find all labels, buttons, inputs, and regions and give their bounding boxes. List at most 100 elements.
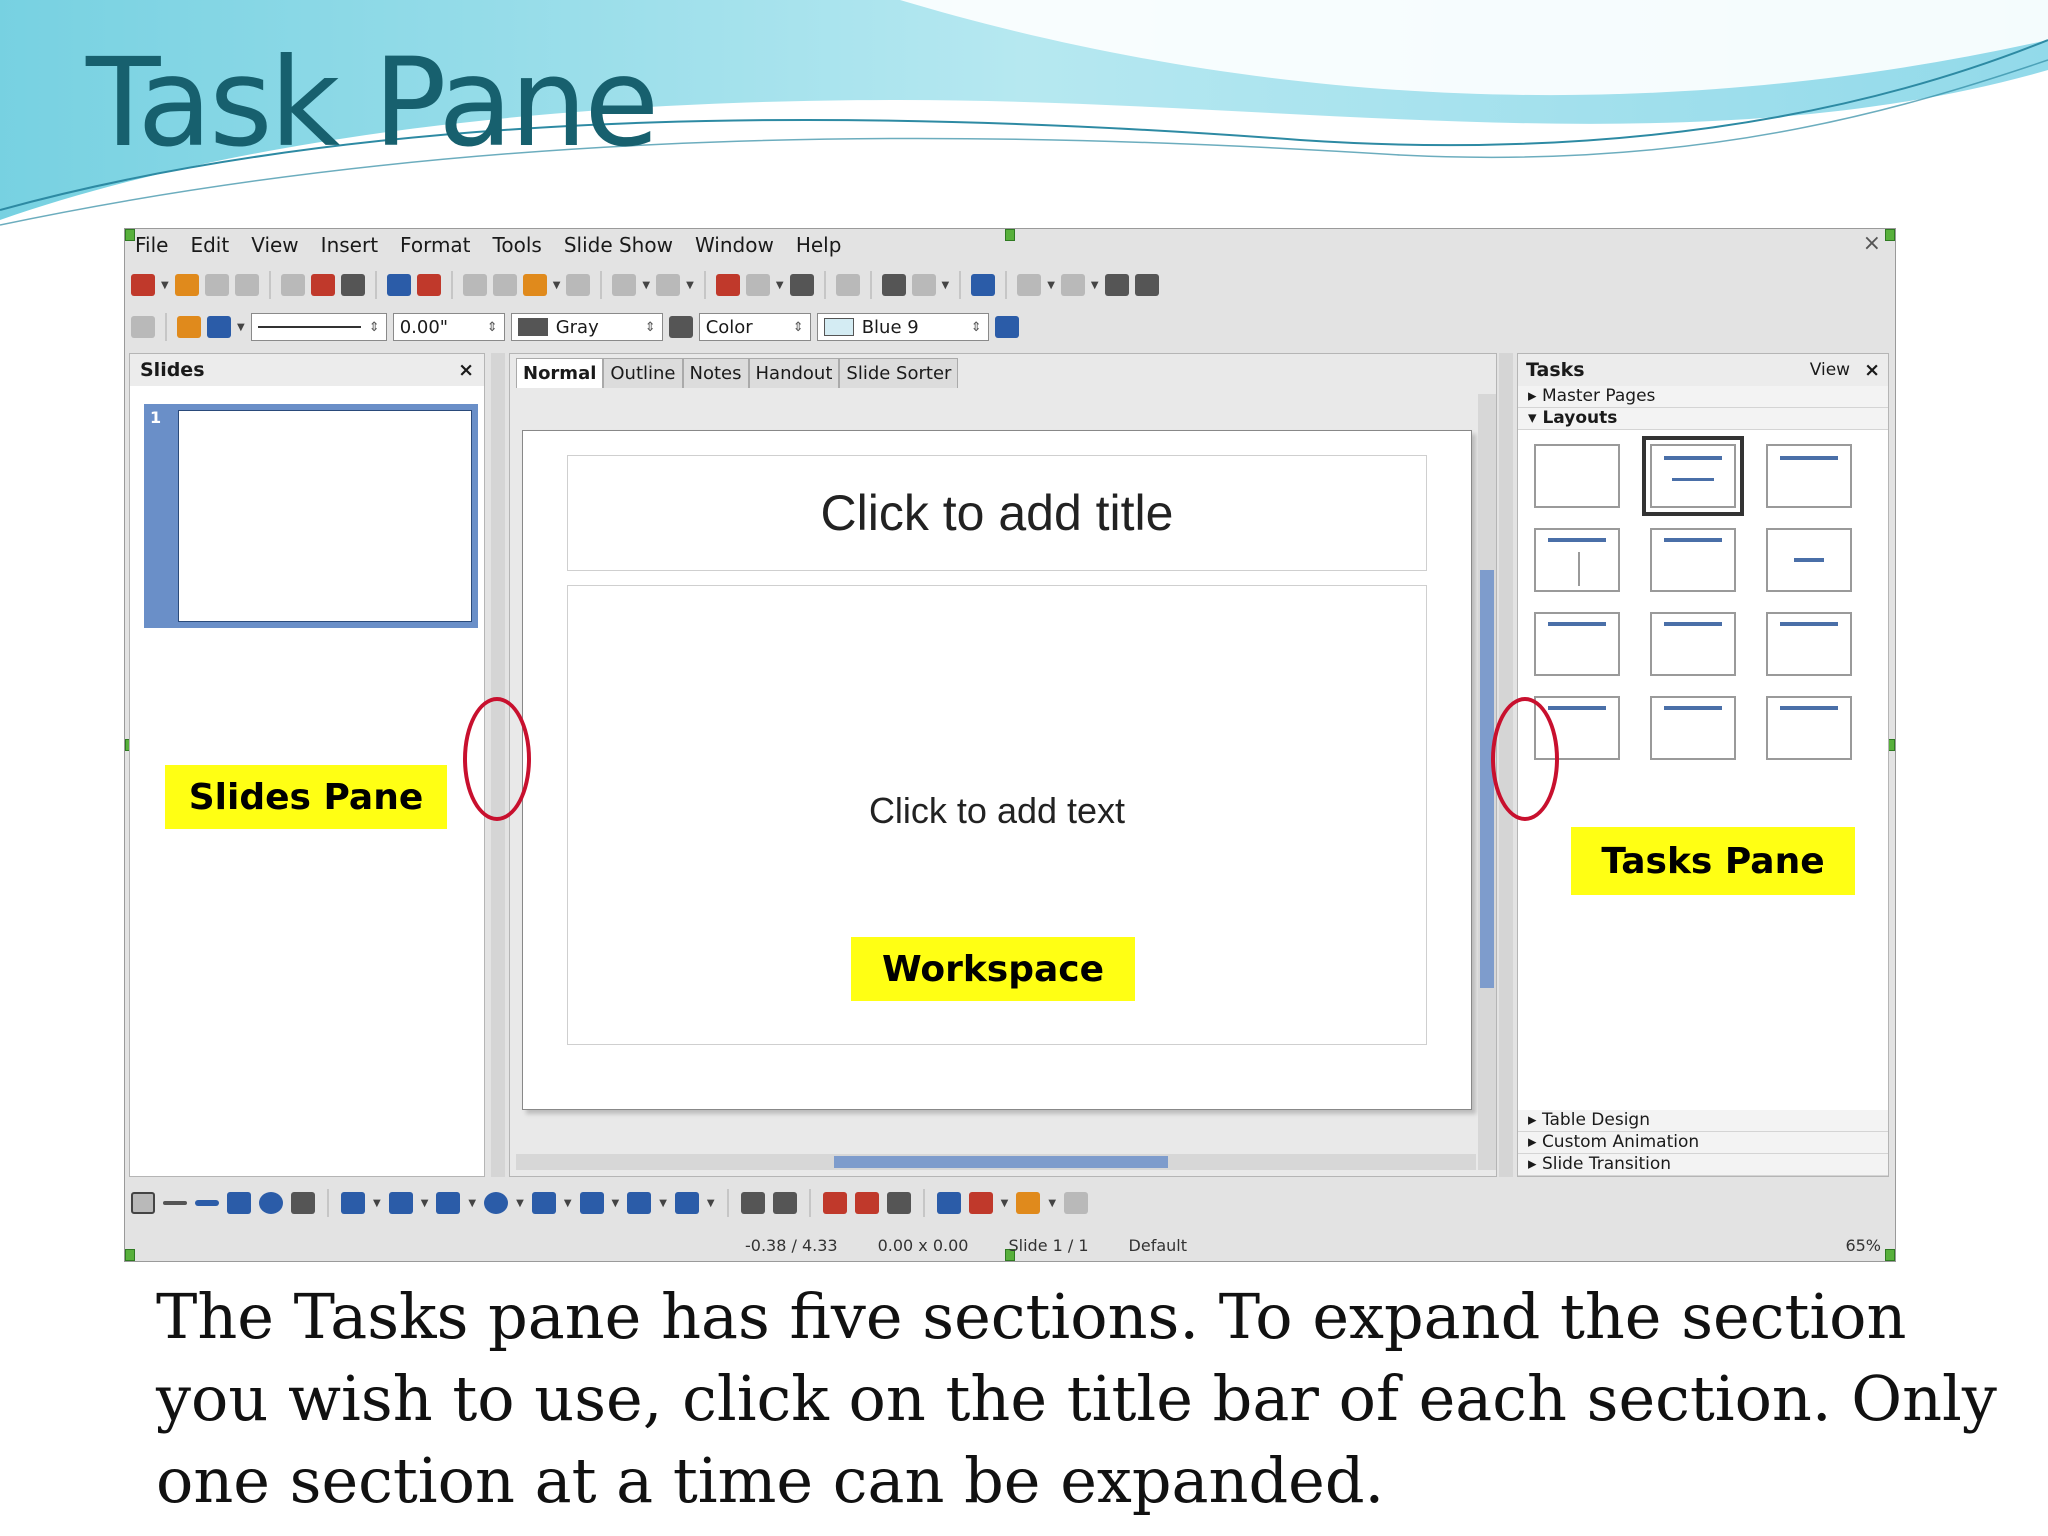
line-arrow-icon[interactable] — [195, 1200, 219, 1206]
menu-edit[interactable]: Edit — [190, 233, 229, 257]
close-icon[interactable]: × — [458, 359, 474, 381]
undo-icon[interactable] — [612, 274, 637, 296]
tab-slide-sorter[interactable]: Slide Sorter — [839, 358, 959, 388]
close-icon[interactable]: × — [1864, 359, 1880, 381]
title-placeholder[interactable]: Click to add title — [567, 455, 1427, 571]
layout-centered-text[interactable] — [1766, 528, 1852, 592]
fontwork-icon[interactable] — [822, 1192, 847, 1214]
slide-layout-icon[interactable] — [1060, 274, 1085, 296]
basic-shapes-icon[interactable] — [436, 1192, 461, 1214]
status-zoom[interactable]: 65% — [1845, 1236, 1881, 1255]
arrange-icon[interactable] — [1064, 1192, 1089, 1214]
ellipse-icon[interactable] — [259, 1192, 283, 1214]
menu-slide-show[interactable]: Slide Show — [564, 233, 673, 257]
slide-thumbnail[interactable]: 1 — [144, 404, 478, 628]
section-slide-transition[interactable]: ▸ Slide Transition — [1518, 1154, 1888, 1176]
slide-show-icon[interactable] — [1134, 274, 1159, 296]
hyperlink-icon[interactable] — [789, 274, 814, 296]
horizontal-scrollbar[interactable] — [516, 1154, 1476, 1170]
new-document-icon[interactable] — [131, 274, 155, 296]
zoom-icon[interactable] — [911, 274, 936, 296]
rectangle-icon[interactable] — [227, 1192, 251, 1214]
slide-design-icon[interactable] — [1104, 274, 1129, 296]
line-color-select[interactable]: Gray ⇕ — [510, 313, 663, 341]
layout-title-6-content[interactable] — [1766, 696, 1852, 760]
copy-icon[interactable] — [492, 274, 517, 296]
tab-outline[interactable]: Outline — [603, 358, 683, 388]
tasks-view-menu[interactable]: View — [1810, 360, 1850, 380]
arrow-style-icon[interactable] — [207, 316, 231, 338]
section-table-design[interactable]: ▸ Table Design — [1518, 1110, 1888, 1132]
table-icon[interactable] — [745, 274, 770, 296]
layout-title-2-content-over[interactable] — [1766, 612, 1852, 676]
layout-title-only[interactable] — [1766, 444, 1852, 508]
layout-title-4-content[interactable] — [1650, 696, 1736, 760]
styles-icon[interactable] — [131, 316, 155, 338]
navigator-icon[interactable] — [881, 274, 906, 296]
section-master-pages[interactable]: ▸ Master Pages — [1518, 386, 1888, 408]
points-icon[interactable] — [740, 1192, 765, 1214]
menu-format[interactable]: Format — [400, 233, 470, 257]
layout-blank[interactable] — [1534, 444, 1620, 508]
format-paintbrush-icon[interactable] — [566, 274, 591, 296]
curve-icon[interactable] — [341, 1192, 365, 1214]
presentation-icon[interactable] — [1017, 274, 1042, 296]
area-style-select[interactable]: Color ⇕ — [698, 313, 811, 341]
symbol-shapes-icon[interactable] — [484, 1192, 509, 1214]
tab-notes[interactable]: Notes — [682, 358, 749, 388]
menu-window[interactable]: Window — [695, 233, 774, 257]
line-style-select[interactable]: ⇕ — [250, 313, 387, 341]
callouts-icon[interactable] — [627, 1192, 652, 1214]
section-layouts[interactable]: ▾ Layouts — [1518, 408, 1888, 430]
autospellcheck-icon[interactable] — [416, 274, 441, 296]
select-icon[interactable] — [131, 1192, 155, 1214]
print-icon[interactable] — [340, 274, 365, 296]
layout-title-content-2[interactable] — [1650, 612, 1736, 676]
layout-title-content[interactable] — [1642, 436, 1744, 516]
section-custom-animation[interactable]: ▸ Custom Animation — [1518, 1132, 1888, 1154]
area-icon[interactable] — [668, 316, 693, 338]
open-icon[interactable] — [174, 274, 199, 296]
edit-file-icon[interactable] — [280, 274, 305, 296]
menu-help[interactable]: Help — [796, 233, 842, 257]
from-file-icon[interactable] — [854, 1192, 879, 1214]
paste-icon[interactable] — [522, 274, 547, 296]
cut-icon[interactable] — [462, 274, 487, 296]
glue-points-icon[interactable] — [772, 1192, 797, 1214]
tasks-pane-title: Tasks — [1526, 359, 1585, 381]
tab-handout[interactable]: Handout — [748, 358, 840, 388]
line-width-field[interactable]: 0.00" ⇕ — [392, 313, 505, 341]
layout-title-content-box[interactable] — [1650, 528, 1736, 592]
menu-view[interactable]: View — [251, 233, 298, 257]
help-icon[interactable] — [971, 274, 996, 296]
block-arrows-icon[interactable] — [531, 1192, 556, 1214]
custom-animation-icon[interactable] — [968, 1192, 993, 1214]
layout-title-3-content[interactable] — [1534, 612, 1620, 676]
display-grid-icon[interactable] — [835, 274, 860, 296]
area-color-select[interactable]: Blue 9 ⇕ — [816, 313, 989, 341]
tab-normal[interactable]: Normal — [516, 358, 604, 388]
gallery-icon[interactable] — [886, 1192, 911, 1214]
export-pdf-icon[interactable] — [310, 274, 335, 296]
shadow-icon[interactable] — [994, 316, 1019, 338]
area-color-value: Blue 9 — [861, 316, 919, 338]
scrollbar-thumb[interactable] — [834, 1156, 1168, 1168]
close-document-icon[interactable]: × — [1863, 231, 1881, 256]
line-tool-icon[interactable] — [163, 1201, 187, 1205]
chart-icon[interactable] — [715, 274, 740, 296]
flowchart-icon[interactable] — [579, 1192, 604, 1214]
stars-icon[interactable] — [674, 1192, 699, 1214]
line-icon[interactable] — [177, 316, 201, 338]
alignment-icon[interactable] — [1016, 1192, 1041, 1214]
save-icon[interactable] — [204, 274, 229, 296]
extrusion-icon[interactable] — [936, 1192, 961, 1214]
spellcheck-icon[interactable] — [386, 274, 411, 296]
menu-file[interactable]: File — [135, 233, 168, 257]
text-icon[interactable] — [291, 1192, 315, 1214]
redo-icon[interactable] — [656, 274, 681, 296]
email-icon[interactable] — [234, 274, 259, 296]
connector-icon[interactable] — [388, 1192, 413, 1214]
menu-tools[interactable]: Tools — [493, 233, 542, 257]
menu-insert[interactable]: Insert — [321, 233, 378, 257]
layout-title-2-content[interactable] — [1534, 528, 1620, 592]
